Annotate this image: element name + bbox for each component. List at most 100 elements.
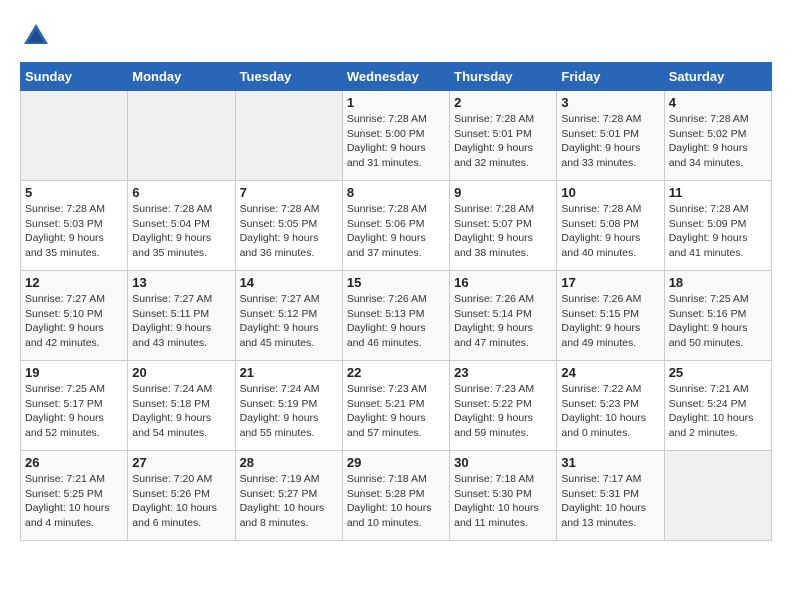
weekday-header-sunday: Sunday <box>21 63 128 91</box>
day-number: 22 <box>347 365 445 380</box>
day-info: Sunrise: 7:19 AM Sunset: 5:27 PM Dayligh… <box>240 472 338 531</box>
calendar-cell: 19Sunrise: 7:25 AM Sunset: 5:17 PM Dayli… <box>21 361 128 451</box>
day-number: 5 <box>25 185 123 200</box>
day-info: Sunrise: 7:20 AM Sunset: 5:26 PM Dayligh… <box>132 472 230 531</box>
calendar-cell: 22 Sunrise: 7:23 AM Sunset: 5:21 PM Dayli… <box>342 361 449 451</box>
weekday-header-tuesday: Tuesday <box>235 63 342 91</box>
day-info: Sunrise: 7:26 AM Sunset: 5:14 PM Dayligh… <box>454 292 552 351</box>
calendar-cell: 25 Sunrise: 7:21 AM Sunset: 5:24 PM Dayli… <box>664 361 771 451</box>
day-info: Sunrise: 7:28 AM Sunset: 5:05 PM Dayligh… <box>240 202 338 261</box>
day-number: 24 <box>561 365 659 380</box>
calendar-cell: 24 Sunrise: 7:22 AM Sunset: 5:23 PM Dayli… <box>557 361 664 451</box>
day-number: 31 <box>561 455 659 470</box>
calendar-cell <box>235 91 342 181</box>
calendar-cell: 14Sunrise: 7:27 AM Sunset: 5:12 PM Dayli… <box>235 271 342 361</box>
calendar-cell: 18 Sunrise: 7:25 AM Sunset: 5:16 PM Dayli… <box>664 271 771 361</box>
day-number: 17 <box>561 275 659 290</box>
day-number: 1 <box>347 95 445 110</box>
day-info: Sunrise: 7:23 AM Sunset: 5:22 PM Dayligh… <box>454 382 552 441</box>
calendar-cell: 23 Sunrise: 7:23 AM Sunset: 5:22 PM Dayli… <box>450 361 557 451</box>
day-number: 23 <box>454 365 552 380</box>
calendar-cell: 29Sunrise: 7:18 AM Sunset: 5:28 PM Dayli… <box>342 451 449 541</box>
day-info: Sunrise: 7:27 AM Sunset: 5:12 PM Dayligh… <box>240 292 338 351</box>
day-info: Sunrise: 7:21 AM Sunset: 5:25 PM Dayligh… <box>25 472 123 531</box>
calendar-cell: 9Sunrise: 7:28 AM Sunset: 5:07 PM Daylig… <box>450 181 557 271</box>
logo-icon <box>20 20 52 52</box>
calendar-cell: 2 Sunrise: 7:28 AM Sunset: 5:01 PM Daylig… <box>450 91 557 181</box>
logo <box>20 20 56 52</box>
weekday-row: SundayMondayTuesdayWednesdayThursdayFrid… <box>21 63 772 91</box>
page-header <box>20 20 772 52</box>
day-number: 15 <box>347 275 445 290</box>
calendar-cell: 10Sunrise: 7:28 AM Sunset: 5:08 PM Dayli… <box>557 181 664 271</box>
day-number: 13 <box>132 275 230 290</box>
calendar-cell: 27 Sunrise: 7:20 AM Sunset: 5:26 PM Dayli… <box>128 451 235 541</box>
calendar-body: 1 Sunrise: 7:28 AM Sunset: 5:00 PM Daylig… <box>21 91 772 541</box>
day-number: 20 <box>132 365 230 380</box>
calendar-cell: 4 Sunrise: 7:28 AM Sunset: 5:02 PM Daylig… <box>664 91 771 181</box>
day-info: Sunrise: 7:24 AM Sunset: 5:19 PM Dayligh… <box>240 382 338 441</box>
day-info: Sunrise: 7:18 AM Sunset: 5:30 PM Dayligh… <box>454 472 552 531</box>
day-info: Sunrise: 7:23 AM Sunset: 5:21 PM Dayligh… <box>347 382 445 441</box>
day-number: 21 <box>240 365 338 380</box>
day-info: Sunrise: 7:17 AM Sunset: 5:31 PM Dayligh… <box>561 472 659 531</box>
day-number: 18 <box>669 275 767 290</box>
calendar-cell: 5Sunrise: 7:28 AM Sunset: 5:03 PM Daylig… <box>21 181 128 271</box>
weekday-header-friday: Friday <box>557 63 664 91</box>
day-info: Sunrise: 7:27 AM Sunset: 5:10 PM Dayligh… <box>25 292 123 351</box>
day-number: 12 <box>25 275 123 290</box>
calendar-cell: 26 Sunrise: 7:21 AM Sunset: 5:25 PM Dayli… <box>21 451 128 541</box>
day-number: 6 <box>132 185 230 200</box>
calendar-cell: 12 Sunrise: 7:27 AM Sunset: 5:10 PM Dayli… <box>21 271 128 361</box>
day-info: Sunrise: 7:27 AM Sunset: 5:11 PM Dayligh… <box>132 292 230 351</box>
calendar-table: SundayMondayTuesdayWednesdayThursdayFrid… <box>20 62 772 541</box>
day-info: Sunrise: 7:21 AM Sunset: 5:24 PM Dayligh… <box>669 382 767 441</box>
calendar-week-4: 19Sunrise: 7:25 AM Sunset: 5:17 PM Dayli… <box>21 361 772 451</box>
day-info: Sunrise: 7:28 AM Sunset: 5:01 PM Dayligh… <box>454 112 552 171</box>
weekday-header-thursday: Thursday <box>450 63 557 91</box>
day-number: 25 <box>669 365 767 380</box>
weekday-header-monday: Monday <box>128 63 235 91</box>
day-info: Sunrise: 7:24 AM Sunset: 5:18 PM Dayligh… <box>132 382 230 441</box>
day-info: Sunrise: 7:25 AM Sunset: 5:17 PM Dayligh… <box>25 382 123 441</box>
calendar-week-2: 5Sunrise: 7:28 AM Sunset: 5:03 PM Daylig… <box>21 181 772 271</box>
calendar-week-1: 1 Sunrise: 7:28 AM Sunset: 5:00 PM Daylig… <box>21 91 772 181</box>
calendar-cell <box>128 91 235 181</box>
day-info: Sunrise: 7:28 AM Sunset: 5:00 PM Dayligh… <box>347 112 445 171</box>
calendar-cell: 31 Sunrise: 7:17 AM Sunset: 5:31 PM Dayli… <box>557 451 664 541</box>
day-number: 2 <box>454 95 552 110</box>
day-number: 16 <box>454 275 552 290</box>
calendar-cell: 30 Sunrise: 7:18 AM Sunset: 5:30 PM Dayli… <box>450 451 557 541</box>
day-number: 11 <box>669 185 767 200</box>
day-info: Sunrise: 7:28 AM Sunset: 5:06 PM Dayligh… <box>347 202 445 261</box>
calendar-cell: 1 Sunrise: 7:28 AM Sunset: 5:00 PM Daylig… <box>342 91 449 181</box>
day-info: Sunrise: 7:28 AM Sunset: 5:09 PM Dayligh… <box>669 202 767 261</box>
calendar-cell: 17 Sunrise: 7:26 AM Sunset: 5:15 PM Dayli… <box>557 271 664 361</box>
day-number: 27 <box>132 455 230 470</box>
day-number: 7 <box>240 185 338 200</box>
calendar-cell: 11 Sunrise: 7:28 AM Sunset: 5:09 PM Dayli… <box>664 181 771 271</box>
day-info: Sunrise: 7:25 AM Sunset: 5:16 PM Dayligh… <box>669 292 767 351</box>
calendar-cell: 8Sunrise: 7:28 AM Sunset: 5:06 PM Daylig… <box>342 181 449 271</box>
day-info: Sunrise: 7:28 AM Sunset: 5:02 PM Dayligh… <box>669 112 767 171</box>
day-info: Sunrise: 7:28 AM Sunset: 5:07 PM Dayligh… <box>454 202 552 261</box>
day-number: 26 <box>25 455 123 470</box>
calendar-cell: 21 Sunrise: 7:24 AM Sunset: 5:19 PM Dayli… <box>235 361 342 451</box>
day-info: Sunrise: 7:26 AM Sunset: 5:13 PM Dayligh… <box>347 292 445 351</box>
day-info: Sunrise: 7:22 AM Sunset: 5:23 PM Dayligh… <box>561 382 659 441</box>
day-number: 4 <box>669 95 767 110</box>
calendar-cell: 16 Sunrise: 7:26 AM Sunset: 5:14 PM Dayli… <box>450 271 557 361</box>
calendar-week-3: 12 Sunrise: 7:27 AM Sunset: 5:10 PM Dayli… <box>21 271 772 361</box>
day-info: Sunrise: 7:26 AM Sunset: 5:15 PM Dayligh… <box>561 292 659 351</box>
day-number: 30 <box>454 455 552 470</box>
calendar-cell: 6 Sunrise: 7:28 AM Sunset: 5:04 PM Daylig… <box>128 181 235 271</box>
day-number: 10 <box>561 185 659 200</box>
day-number: 3 <box>561 95 659 110</box>
day-info: Sunrise: 7:28 AM Sunset: 5:04 PM Dayligh… <box>132 202 230 261</box>
day-info: Sunrise: 7:18 AM Sunset: 5:28 PM Dayligh… <box>347 472 445 531</box>
calendar-cell <box>664 451 771 541</box>
calendar-cell: 7 Sunrise: 7:28 AM Sunset: 5:05 PM Daylig… <box>235 181 342 271</box>
calendar-cell: 20 Sunrise: 7:24 AM Sunset: 5:18 PM Dayli… <box>128 361 235 451</box>
day-number: 28 <box>240 455 338 470</box>
calendar-cell: 28 Sunrise: 7:19 AM Sunset: 5:27 PM Dayli… <box>235 451 342 541</box>
